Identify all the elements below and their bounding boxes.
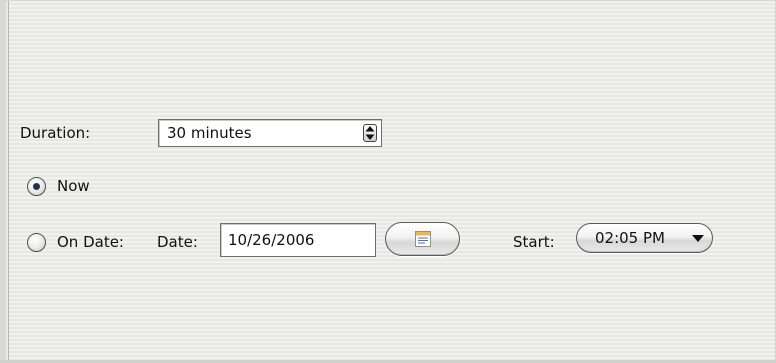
start-time-dropdown[interactable]: 02:05 PM: [576, 223, 713, 253]
spinner-updown-icon[interactable]: [363, 124, 377, 142]
duration-value: 30 minutes: [167, 124, 252, 142]
dropdown-arrow-icon: [692, 235, 704, 242]
duration-select[interactable]: 30 minutes: [158, 119, 382, 147]
scheduling-panel: Duration: 30 minutes Now On Date: Date: …: [0, 0, 776, 363]
now-label[interactable]: Now: [57, 176, 90, 196]
now-radio[interactable]: [27, 177, 46, 196]
start-label: Start:: [513, 233, 555, 251]
calendar-icon: [415, 231, 431, 247]
date-label: Date:: [157, 233, 198, 251]
duration-label: Duration:: [20, 124, 91, 142]
on-date-radio[interactable]: [27, 233, 46, 252]
on-date-label[interactable]: On Date:: [57, 232, 124, 252]
start-time-value: 02:05 PM: [595, 229, 665, 247]
calendar-button[interactable]: [385, 222, 460, 256]
panel-left-border: [0, 1, 9, 363]
date-value: 10/26/2006: [228, 231, 315, 249]
date-input[interactable]: 10/26/2006: [220, 223, 376, 257]
radio-selected-dot: [33, 183, 40, 190]
